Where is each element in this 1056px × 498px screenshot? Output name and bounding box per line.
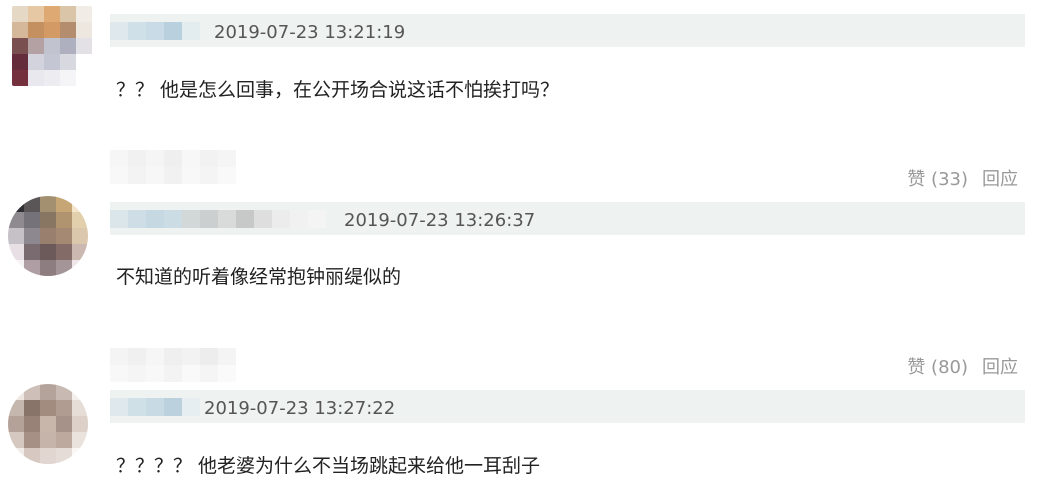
comment-text: ？？ 他是怎么回事，在公开场合说这话不怕挨打吗？ xyxy=(116,79,560,101)
comment-actions: 赞 (80) 回应 xyxy=(907,353,1018,379)
timestamp: 2019-07-23 13:27:22 xyxy=(204,398,396,419)
comment-actions: 赞 (33) 回应 xyxy=(907,165,1018,191)
username[interactable] xyxy=(110,390,200,423)
comment-text: ？？？？ 他老婆为什么不当场跳起来给他一耳刮子 xyxy=(116,455,541,477)
reply-button[interactable]: 回应 xyxy=(982,353,1018,379)
reply-button[interactable]: 回应 xyxy=(982,165,1018,191)
avatar[interactable] xyxy=(12,6,92,86)
blurred-reply-header xyxy=(110,150,236,184)
username[interactable] xyxy=(110,202,326,235)
comment-meta-bar: 2019-07-23 13:21:19 xyxy=(110,14,1025,47)
avatar[interactable] xyxy=(8,384,88,464)
like-button[interactable]: 赞 (33) xyxy=(907,165,968,191)
like-button[interactable]: 赞 (80) xyxy=(907,353,968,379)
comment-meta-bar: 2019-07-23 13:26:37 xyxy=(110,202,1025,235)
timestamp: 2019-07-23 13:21:19 xyxy=(214,22,406,43)
blurred-reply-header xyxy=(110,348,236,382)
username[interactable] xyxy=(110,14,200,47)
comment-text: 不知道的听着像经常抱钟丽缇似的 xyxy=(116,266,402,288)
timestamp: 2019-07-23 13:26:37 xyxy=(344,210,536,231)
avatar[interactable] xyxy=(8,196,88,276)
comment-meta-bar: 2019-07-23 13:27:22 xyxy=(110,390,1025,423)
